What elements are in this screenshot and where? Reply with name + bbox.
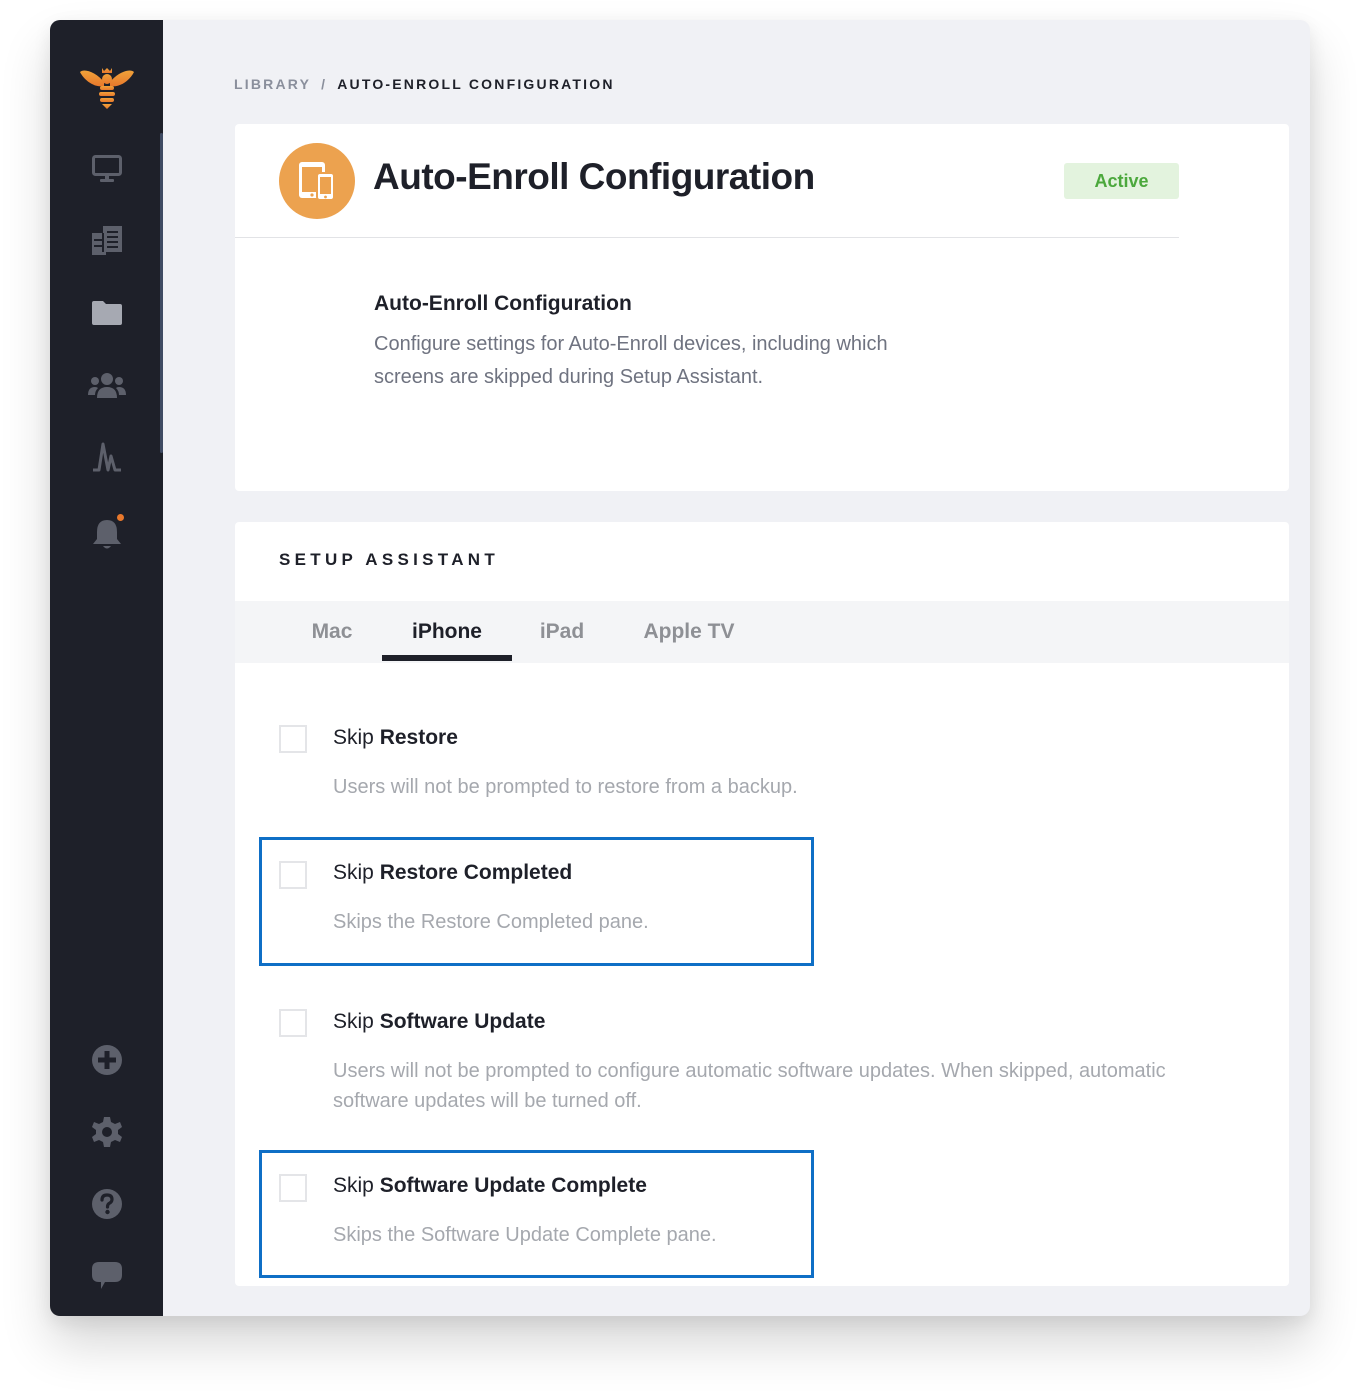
section-title: SETUP ASSISTANT — [279, 550, 500, 569]
sidebar — [50, 20, 163, 1316]
option-description: Skips the Software Update Complete pane. — [333, 1224, 717, 1246]
option-prefix: Skip — [333, 861, 374, 884]
breadcrumb-current: AUTO-ENROLL CONFIGURATION — [337, 76, 615, 92]
description-text: Configure settings for Auto-Enroll devic… — [374, 333, 888, 388]
sidebar-item-users[interactable] — [88, 366, 126, 404]
option-skip-restore-completed: Skip Restore Completed Skips the Restore… — [259, 837, 814, 966]
skip-restore-completed-checkbox[interactable] — [279, 861, 307, 889]
page-title: Auto-Enroll Configuration — [373, 156, 815, 197]
sidebar-item-activity[interactable] — [88, 438, 126, 476]
tab-iphone[interactable]: iPhone — [382, 601, 512, 663]
activity-icon — [93, 442, 121, 472]
app-window: LIBRARY / AUTO-ENROLL CONFIGURATION Auto-E… — [50, 20, 1310, 1316]
bell-icon — [93, 520, 121, 549]
option-prefix: Skip — [333, 726, 374, 749]
sidebar-item-settings[interactable] — [88, 1113, 126, 1151]
skip-software-update-complete-checkbox[interactable] — [279, 1174, 307, 1202]
breadcrumb-library-link[interactable]: LIBRARY — [234, 76, 311, 92]
sidebar-item-devices[interactable] — [88, 150, 126, 188]
breadcrumb: LIBRARY / AUTO-ENROLL CONFIGURATION — [234, 76, 615, 92]
skip-restore-checkbox[interactable] — [279, 725, 307, 753]
setup-assistant-card: SETUP ASSISTANT Mac iPhone iPad Apple TV… — [235, 522, 1289, 1286]
gear-icon — [92, 1117, 122, 1147]
option-prefix: Skip — [333, 1010, 374, 1033]
option-description: Skips the Restore Completed pane. — [333, 911, 649, 933]
option-name: Software Update — [379, 1010, 546, 1033]
sidebar-item-chat[interactable] — [88, 1257, 126, 1295]
skip-software-update-checkbox[interactable] — [279, 1009, 307, 1037]
breadcrumb-separator: / — [321, 76, 328, 92]
sidebar-item-add[interactable] — [88, 1041, 126, 1079]
option-label[interactable]: Skip Software Update — [333, 1010, 545, 1034]
tab-mac[interactable]: Mac — [287, 601, 377, 663]
plus-circle-icon — [92, 1045, 122, 1075]
documents-icon — [92, 226, 122, 255]
status-badge: Active — [1064, 163, 1179, 199]
device-tabs: Mac iPhone iPad Apple TV — [235, 601, 1289, 663]
tab-apple-tv[interactable]: Apple TV — [629, 601, 749, 663]
description-title: Auto-Enroll Configuration — [374, 292, 632, 315]
option-prefix: Skip — [333, 1174, 374, 1197]
header-divider — [235, 237, 1179, 238]
chat-icon — [92, 1262, 122, 1289]
header-card: Auto-Enroll Configuration Active Auto-En… — [235, 124, 1289, 491]
option-description: Users will not be prompted to restore fr… — [333, 776, 798, 798]
library-item-icon — [279, 143, 355, 219]
option-name: Restore — [379, 726, 458, 749]
sidebar-item-alerts[interactable] — [88, 514, 126, 552]
option-label[interactable]: Skip Restore Completed — [333, 861, 572, 885]
sidebar-item-help[interactable] — [88, 1185, 126, 1223]
option-description: Users will not be prompted to configure … — [333, 1060, 1166, 1112]
option-skip-software-update: Skip Software Update Users will not be p… — [259, 1002, 1219, 1142]
tab-ipad[interactable]: iPad — [522, 601, 602, 663]
option-label[interactable]: Skip Restore — [333, 726, 458, 750]
notification-dot — [117, 514, 124, 521]
users-icon — [88, 373, 126, 398]
sidebar-item-blueprints[interactable] — [88, 222, 126, 260]
option-name: Restore Completed — [379, 861, 573, 884]
option-name: Software Update Complete — [379, 1174, 647, 1197]
bee-logo-icon[interactable] — [78, 64, 136, 110]
option-label[interactable]: Skip Software Update Complete — [333, 1174, 647, 1198]
option-skip-software-update-complete: Skip Software Update Complete Skips the … — [259, 1150, 814, 1278]
main-content: LIBRARY / AUTO-ENROLL CONFIGURATION Auto-E… — [163, 20, 1310, 1316]
folder-icon — [92, 301, 122, 325]
sidebar-item-library[interactable] — [88, 294, 126, 332]
option-skip-restore: Skip Restore Users will not be prompted … — [259, 712, 1159, 832]
devices-icon — [299, 162, 335, 201]
help-icon — [92, 1189, 122, 1219]
monitor-icon — [92, 155, 122, 182]
